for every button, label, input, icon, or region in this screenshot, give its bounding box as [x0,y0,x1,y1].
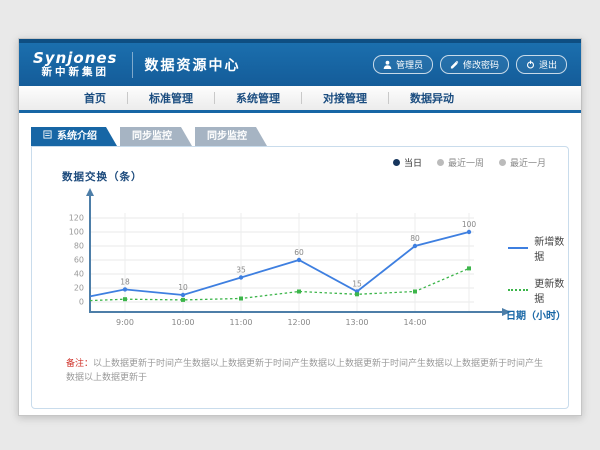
power-icon [526,60,535,69]
tab-sync-monitor-1[interactable]: 同步监控 [120,127,192,146]
nav-item-system[interactable]: 系统管理 [215,90,301,106]
logout-label: 退出 [539,58,557,71]
edit-icon [450,60,459,69]
footnote-text: 以上数据更新于时间产生数据以上数据更新于时间产生数据以上数据更新于时间产生数据以… [66,359,543,383]
svg-text:9:00: 9:00 [116,318,134,327]
radio-icon [437,159,444,166]
logo: Synjones 新中新集团 [33,50,118,79]
tab-bar: 系统介绍 同步监控 同步监控 [31,127,581,146]
radio-icon [499,159,506,166]
svg-text:20: 20 [74,284,84,293]
chart-panel: 当日 最近一周 最近一月 数据交换（条） 0 20 40 60 80 100 120 9:00… [31,146,569,409]
svg-text:80: 80 [410,234,420,243]
svg-text:35: 35 [236,266,246,275]
svg-text:14:00: 14:00 [403,318,426,327]
chart-legend: 新增数据 更新数据 [508,233,568,317]
y-axis-title: 数据交换（条） [62,169,143,184]
nav-item-data-changes[interactable]: 数据异动 [389,90,475,106]
svg-text:10:00: 10:00 [171,318,194,327]
change-password-label: 修改密码 [463,58,499,71]
legend-item-new-data: 新增数据 [508,233,568,263]
svg-text:12:00: 12:00 [287,318,310,327]
footnote: 备注：以上数据更新于时间产生数据以上数据更新于时间产生数据以上数据更新于时间产生… [66,357,550,386]
admin-user-label: 管理员 [396,58,423,71]
content-area: 系统介绍 同步监控 同步监控 当日 最近一周 [19,113,581,409]
desktop-background: Synjones 新中新集团 数据资源中心 管理员 修改密码 [0,0,600,450]
logo-company-name: 新中新集团 [33,67,118,79]
svg-text:60: 60 [294,248,304,257]
svg-text:10: 10 [178,283,188,292]
filter-option-today[interactable]: 当日 [393,156,422,169]
svg-text:100: 100 [69,228,84,237]
header-actions: 管理员 修改密码 退出 [373,55,567,74]
footnote-label: 备注： [66,359,93,369]
logo-wordmark: Synjones [33,50,118,67]
app-window: Synjones 新中新集团 数据资源中心 管理员 修改密码 [18,38,582,416]
logout-button[interactable]: 退出 [516,55,567,74]
nav-item-home[interactable]: 首页 [63,90,127,106]
svg-text:13:00: 13:00 [345,318,368,327]
tab-label: 同步监控 [207,127,247,146]
user-icon [383,60,392,69]
nav-item-integration[interactable]: 对接管理 [302,90,388,106]
change-password-button[interactable]: 修改密码 [440,55,509,74]
svg-text:60: 60 [74,256,84,265]
svg-text:0: 0 [79,298,84,307]
dotted-line-swatch [508,289,528,291]
tab-system-intro[interactable]: 系统介绍 [31,127,117,146]
filter-option-last-month[interactable]: 最近一月 [499,156,546,169]
main-nav: 首页 标准管理 系统管理 对接管理 数据异动 [19,86,581,113]
svg-text:40: 40 [74,270,84,279]
filter-label: 当日 [404,156,422,169]
svg-text:11:00: 11:00 [229,318,252,327]
header-divider [132,52,133,78]
svg-text:80: 80 [74,242,84,251]
document-icon [43,127,52,146]
tab-sync-monitor-2[interactable]: 同步监控 [195,127,267,146]
legend-label: 更新数据 [534,275,568,305]
tab-label: 同步监控 [132,127,172,146]
filter-label: 最近一月 [510,156,546,169]
page-title: 数据资源中心 [145,55,241,75]
filter-option-last-week[interactable]: 最近一周 [437,156,484,169]
svg-text:18: 18 [120,277,130,286]
legend-label: 新增数据 [534,233,568,263]
legend-item-updated-data: 更新数据 [508,275,568,305]
svg-text:120: 120 [69,214,84,223]
radio-icon [393,159,400,166]
filter-label: 最近一周 [448,156,484,169]
app-header: Synjones 新中新集团 数据资源中心 管理员 修改密码 [19,39,581,86]
period-filter-group: 当日 最近一周 最近一月 [393,156,546,169]
admin-user-button[interactable]: 管理员 [373,55,433,74]
solid-line-swatch [508,247,528,249]
svg-text:100: 100 [462,220,477,229]
nav-item-standards[interactable]: 标准管理 [128,90,214,106]
tab-label: 系统介绍 [57,127,97,146]
svg-text:15: 15 [352,280,362,289]
